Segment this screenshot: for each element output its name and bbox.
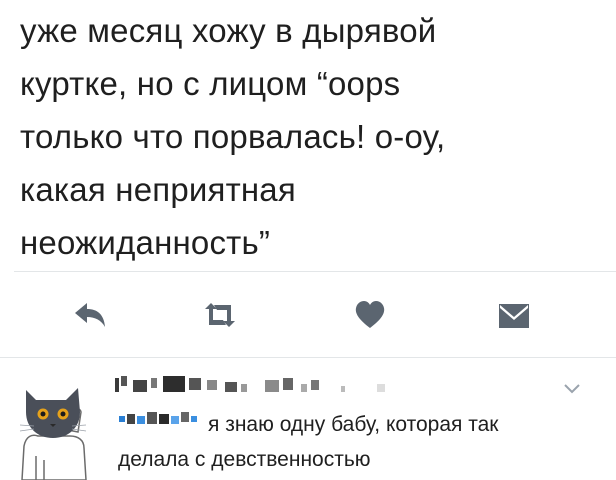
pixelated-name <box>115 376 385 392</box>
reply-arrow-icon <box>75 303 105 327</box>
like-button[interactable] <box>350 295 390 335</box>
tweet-line: уже месяц хожу в дырявой <box>20 12 437 49</box>
reply-text-line: делала с девственностью <box>118 448 371 471</box>
username-redacted[interactable] <box>115 374 415 396</box>
reply-button[interactable] <box>70 295 110 335</box>
tweet-line: какая неприятная <box>20 171 296 208</box>
envelope-icon <box>499 304 529 328</box>
dm-button[interactable] <box>494 295 534 335</box>
reply-text: я знаю одну бабу, которая так делала с д… <box>118 407 598 477</box>
cat-avatar-icon <box>19 388 87 480</box>
retweet-button[interactable] <box>200 295 240 335</box>
divider <box>14 271 616 272</box>
tweet-menu-button[interactable] <box>563 382 581 396</box>
tweet-line: только что порвалась! о-оу, <box>20 118 446 155</box>
heart-icon <box>355 301 385 328</box>
tweet-text: уже месяц хожу в дырявой куртке, но с ли… <box>20 4 605 269</box>
tweet-line: неожиданность” <box>20 224 271 261</box>
chevron-down-icon <box>564 384 580 394</box>
retweet-icon <box>205 303 235 327</box>
avatar[interactable] <box>12 376 96 480</box>
reply-tweet[interactable]: я знаю одну бабу, которая так делала с д… <box>0 358 616 480</box>
tweet-actions <box>0 295 616 335</box>
reply-text-line: я знаю одну бабу, которая так <box>208 413 499 436</box>
tweet-line: куртке, но с лицом “oops <box>20 65 401 102</box>
